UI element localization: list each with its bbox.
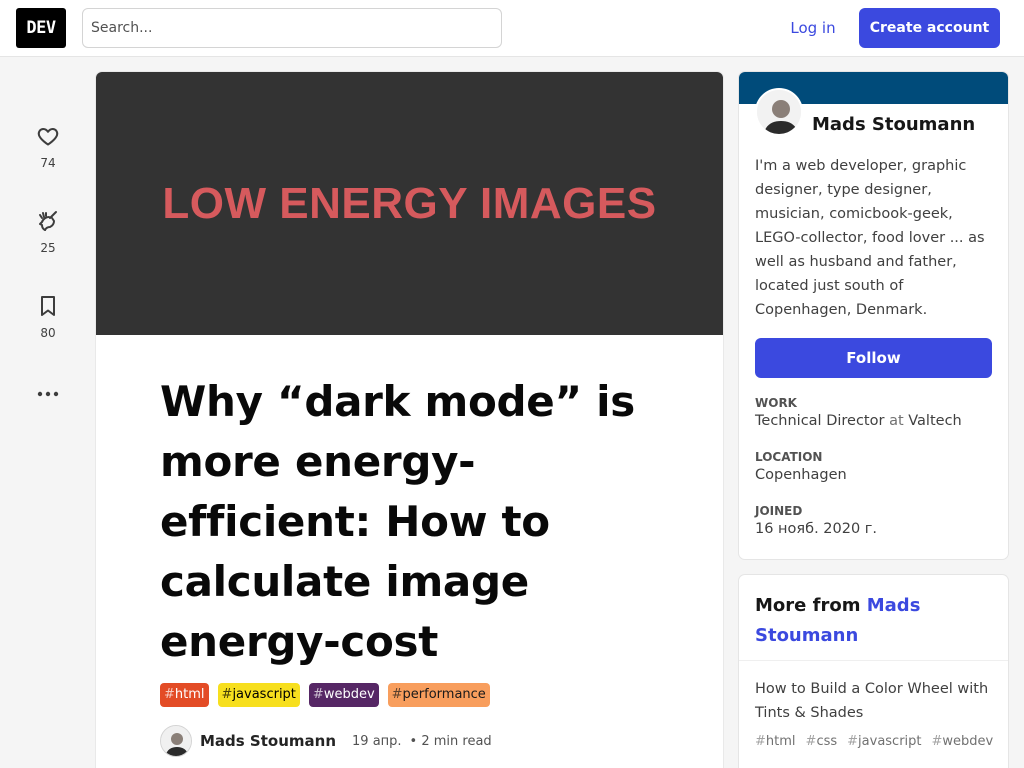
- work-value: Technical Director at Valtech: [755, 413, 962, 429]
- article-author-row: Mads Stoumann 19 апр. • 2 min read: [160, 725, 492, 757]
- article-title: Why “dark mode” is more energy-efficient…: [160, 377, 635, 666]
- tag-performance[interactable]: #performance: [387, 683, 490, 707]
- heart-count: 74: [40, 156, 56, 170]
- tag-hash: #: [221, 687, 233, 702]
- work-title: Technical Director: [755, 413, 885, 429]
- tag-webdev[interactable]: #webdev: [308, 683, 379, 707]
- post-tag[interactable]: #css: [806, 734, 838, 749]
- joined-field: Joined 16 нояб. 2020 г.: [755, 504, 877, 537]
- work-company: Valtech: [908, 413, 962, 429]
- post-tag-hash: #: [755, 734, 766, 749]
- more-from-post-tags: #html #css #javascript #webdev: [755, 734, 993, 749]
- tag-hash: #: [312, 687, 324, 702]
- cover-image: LOW ENERGY IMAGES: [96, 72, 723, 335]
- ellipsis-icon: [37, 391, 59, 397]
- login-link[interactable]: Log in: [778, 8, 848, 48]
- post-tag[interactable]: #html: [755, 734, 796, 749]
- more-options-button[interactable]: [36, 382, 60, 406]
- unicorn-reaction-button[interactable]: 25: [24, 209, 72, 255]
- more-from-post-title[interactable]: How to Build a Color Wheel with Tints & …: [755, 677, 995, 725]
- post-tag-label: webdev: [942, 734, 994, 749]
- tag-javascript[interactable]: #javascript: [217, 683, 300, 707]
- cover-text: LOW ENERGY IMAGES: [162, 178, 657, 228]
- heart-reaction-button[interactable]: 74: [24, 124, 72, 170]
- unicorn-icon: [39, 211, 57, 231]
- work-label: Work: [755, 396, 797, 410]
- post-tag-label: css: [816, 734, 838, 749]
- unicorn-count: 25: [40, 241, 56, 255]
- post-tag-label: javascript: [858, 734, 922, 749]
- top-header: DEV Log in Create account: [0, 0, 1024, 57]
- article-card: LOW ENERGY IMAGES Why “dark mode” is mor…: [96, 72, 723, 768]
- bookmark-button[interactable]: 80: [24, 294, 72, 340]
- heart-icon: [37, 128, 59, 146]
- post-tag-hash: #: [805, 734, 817, 749]
- more-from-heading: More from Mads Stoumann: [739, 575, 1008, 661]
- location-field: Location Copenhagen: [755, 450, 847, 483]
- tag-label: webdev: [323, 687, 375, 702]
- author-avatar[interactable]: [160, 725, 192, 757]
- author-profile-card: Mads Stoumann I'm a web developer, graph…: [739, 72, 1008, 559]
- more-from-prefix: More from: [755, 595, 861, 616]
- dev-logo[interactable]: DEV: [16, 8, 66, 48]
- profile-avatar[interactable]: [755, 88, 803, 136]
- tag-label: javascript: [232, 687, 296, 702]
- post-tag-label: html: [765, 734, 796, 749]
- search-input[interactable]: [82, 8, 502, 48]
- publish-date: 19 апр.: [352, 733, 402, 749]
- bookmark-count: 80: [40, 326, 56, 340]
- tag-label: html: [174, 687, 205, 702]
- joined-value: 16 нояб. 2020 г.: [755, 521, 878, 537]
- work-at: at: [889, 413, 904, 429]
- post-tag-hash: #: [847, 734, 859, 749]
- tag-hash: #: [164, 687, 175, 702]
- bookmark-icon: [41, 296, 55, 316]
- work-field: Work Technical Director at Valtech: [755, 396, 962, 429]
- tag-label: performance: [402, 687, 486, 702]
- read-time: • 2 min read: [409, 733, 492, 749]
- more-from-card: More from Mads Stoumann How to Build a C…: [739, 575, 1008, 768]
- location-label: Location: [755, 450, 823, 464]
- profile-bio: I'm a web developer, graphic designer, t…: [755, 158, 985, 318]
- post-tag[interactable]: #webdev: [932, 734, 994, 749]
- follow-button[interactable]: Follow: [755, 338, 992, 378]
- post-tag[interactable]: #javascript: [847, 734, 921, 749]
- profile-name[interactable]: Mads Stoumann: [812, 114, 975, 135]
- post-tag-hash: #: [931, 734, 943, 749]
- tag-hash: #: [391, 687, 403, 702]
- create-account-button[interactable]: Create account: [859, 8, 1000, 48]
- location-value: Copenhagen: [755, 467, 847, 483]
- tag-html[interactable]: #html: [160, 683, 209, 707]
- article-tags: #html #javascript #webdev #performance: [160, 683, 490, 707]
- author-name[interactable]: Mads Stoumann: [200, 732, 336, 750]
- joined-label: Joined: [755, 504, 803, 518]
